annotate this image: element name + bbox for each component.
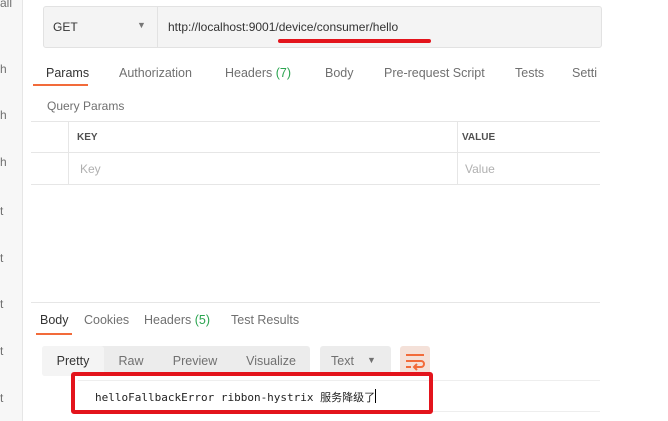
key-column-header: KEY: [77, 132, 98, 143]
sidebar-item[interactable]: t: [0, 391, 3, 405]
pane-divider[interactable]: [31, 302, 600, 303]
chevron-down-icon: ▼: [367, 355, 376, 365]
sidebar-item[interactable]: t: [0, 204, 3, 218]
query-params-title: Query Params: [47, 99, 125, 113]
column-divider: [457, 122, 458, 184]
sidebar-item[interactable]: t: [0, 344, 3, 358]
params-table: KEY VALUE Key Value: [31, 121, 600, 185]
response-annotation-box: [71, 372, 433, 414]
tab-authorization[interactable]: Authorization: [119, 66, 192, 80]
tab-headers-count: (7): [275, 66, 292, 80]
format-label: Text: [331, 354, 354, 368]
tab-headers-label: Headers: [225, 66, 276, 80]
response-tab-headers[interactable]: Headers (5): [144, 313, 210, 327]
active-response-tab-indicator: [36, 333, 72, 335]
response-tab-headers-count: (5): [194, 313, 211, 327]
value-column-header: VALUE: [462, 132, 496, 143]
method-select[interactable]: GET ▼: [44, 7, 158, 47]
response-tab-cookies[interactable]: Cookies: [84, 313, 129, 327]
active-tab-indicator: [33, 84, 88, 86]
sidebar-item[interactable]: t: [0, 251, 3, 265]
sidebar-item[interactable]: h: [0, 62, 7, 76]
tab-params[interactable]: Params: [46, 66, 89, 80]
tab-headers[interactable]: Headers (7): [225, 66, 291, 80]
row-divider: [31, 152, 600, 153]
tab-pre-request-script[interactable]: Pre-request Script: [384, 66, 485, 80]
tab-tests[interactable]: Tests: [515, 66, 544, 80]
url-annotation-underline: [278, 39, 431, 43]
sidebar-top-label[interactable]: all: [0, 0, 12, 10]
response-tab-headers-label: Headers: [144, 313, 195, 327]
value-input[interactable]: Value: [465, 162, 495, 176]
tab-body[interactable]: Body: [325, 66, 354, 80]
chevron-down-icon: ▼: [137, 20, 146, 30]
url-input[interactable]: http://localhost:9001/device/consumer/he…: [168, 20, 398, 34]
tab-settings[interactable]: Setti: [572, 66, 597, 80]
method-label: GET: [53, 20, 78, 34]
response-tab-test-results[interactable]: Test Results: [231, 313, 299, 327]
key-input[interactable]: Key: [80, 162, 101, 176]
sidebar-item[interactable]: h: [0, 108, 7, 122]
response-tab-body[interactable]: Body: [40, 313, 69, 327]
column-divider: [68, 122, 69, 184]
sidebar-item[interactable]: h: [0, 155, 7, 169]
history-sidebar: all h h h t t t t t: [0, 0, 23, 421]
request-tabs: Params Authorization Headers (7) Body Pr…: [31, 62, 600, 88]
sidebar-item[interactable]: t: [0, 297, 3, 311]
